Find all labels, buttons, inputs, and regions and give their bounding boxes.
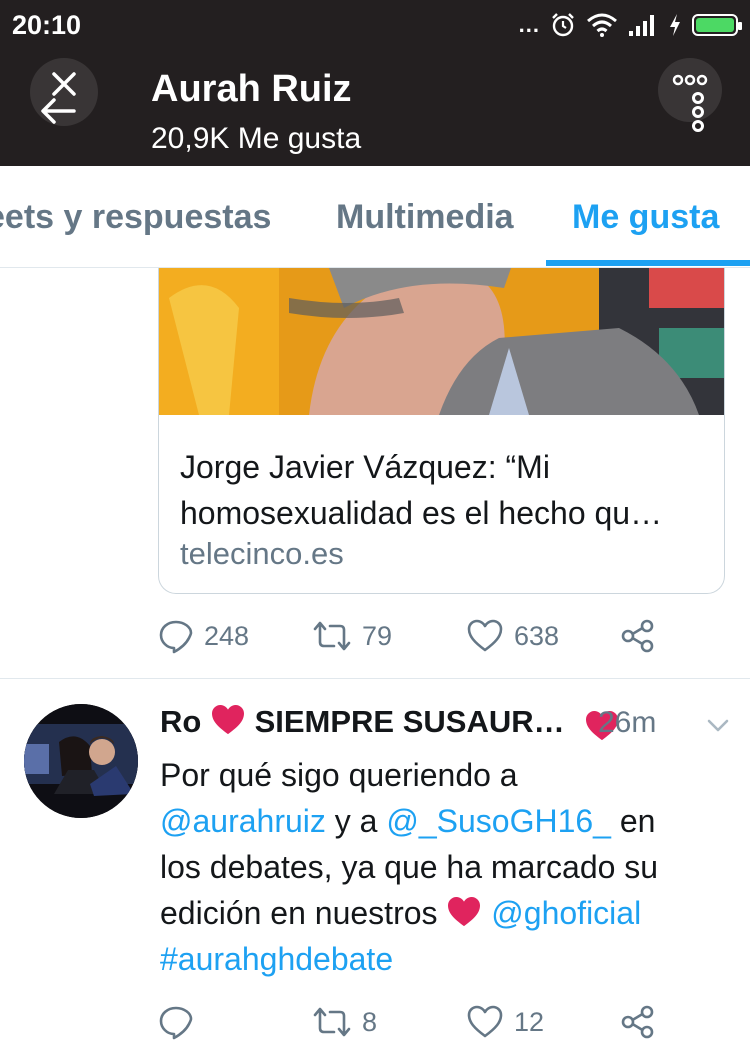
tweet-author[interactable]: Ro SIEMPRE SUSAUR… [160,704,565,740]
card-domain: telecinco.es [180,536,344,571]
author-name-rest: SIEMPRE SUSAUR… [254,704,565,739]
hashtag-link[interactable]: #aurahghdebate [160,941,393,977]
profile-header: Aurah Ruiz 20,9K Me gusta [0,52,750,166]
reply-button[interactable] [158,1002,204,1042]
tweet-fragment: y a [325,803,387,839]
like-count: 638 [514,620,560,651]
status-time: 20:10 [12,10,82,40]
retweet-button[interactable]: 79 [312,616,392,656]
like-count: 12 [514,1006,545,1037]
retweet-icon [313,621,351,651]
retweet-icon [313,1007,351,1037]
tab-tweets-replies[interactable]: eets y respuestas [0,198,271,237]
avatar[interactable] [24,704,138,818]
tweet-fragment: edición en nuestros [160,895,447,931]
share-icon [621,619,654,653]
retweet-button[interactable]: 8 [312,1002,377,1042]
vertical-dots-icon[interactable] [688,88,708,168]
retweet-count: 8 [362,1006,378,1037]
like-button[interactable]: 12 [466,1002,544,1042]
reply-icon [159,620,193,654]
reply-icon [159,1006,193,1040]
more-dots-icon: ... [518,12,540,37]
mention-link[interactable]: @_SusoGH16_ [386,803,611,839]
tab-multimedia[interactable]: Multimedia [336,198,514,237]
status-bar: 20:10 ... [0,0,750,52]
active-tab-indicator [546,260,750,266]
tweet-line: Por qué sigo queriendo a [160,757,518,793]
share-button[interactable] [620,616,656,656]
reply-button[interactable]: 248 [158,616,249,656]
share-button[interactable] [620,1002,656,1042]
status-icons: ... [518,9,742,41]
reply-count: 248 [204,620,250,651]
mention-link[interactable]: @aurahruiz [160,803,326,839]
tweet-actions: 248 79 638 [158,616,678,656]
author-name: Ro [160,704,202,739]
link-preview-card[interactable]: Jorge Javier Vázquez: “Mi homosexualidad… [158,268,725,594]
alarm-icon [552,13,574,37]
wifi-icon [587,13,617,37]
chevron-down-icon[interactable] [706,718,730,734]
tweet-line: los debates, ya que ha marcado su [160,849,659,885]
tab-likes[interactable]: Me gusta [572,198,719,237]
tweet-timestamp: 26m [598,706,657,739]
back-arrow-icon[interactable] [38,96,78,126]
profile-name: Aurah Ruiz [151,68,352,110]
tweet-fragment: en [610,803,656,839]
share-icon [621,1005,654,1039]
red-heart-emoji-icon [448,896,481,927]
charging-icon [670,14,680,36]
tweet-actions: 8 12 [158,1002,678,1042]
card-thumbnail [159,268,724,415]
tweet-text: Por qué sigo queriendo a @aurahruiz y a … [160,752,730,982]
likes-count: 20,9K Me gusta [151,122,362,155]
retweet-count: 79 [362,620,393,651]
heart-icon [467,619,503,652]
battery-icon [692,14,742,36]
card-title: Jorge Javier Vázquez: “Mi homosexualidad… [180,449,663,531]
signal-icon [629,15,654,36]
tweet-line: edición en nuestros @ghoficial [160,890,730,936]
red-heart-emoji-icon [211,704,244,735]
like-button[interactable]: 638 [466,616,559,656]
tweet-divider [0,678,750,679]
tweet-line: #aurahghdebate [160,936,730,982]
tweet-line: @aurahruiz y a @_SusoGH16_ en [160,798,730,844]
mention-link[interactable]: @ghoficial [491,895,641,931]
profile-tabs: eets y respuestas Multimedia Me gusta [0,166,750,268]
tweet-header: Ro SIEMPRE SUSAUR… 26m [160,704,730,748]
heart-icon [467,1005,503,1038]
